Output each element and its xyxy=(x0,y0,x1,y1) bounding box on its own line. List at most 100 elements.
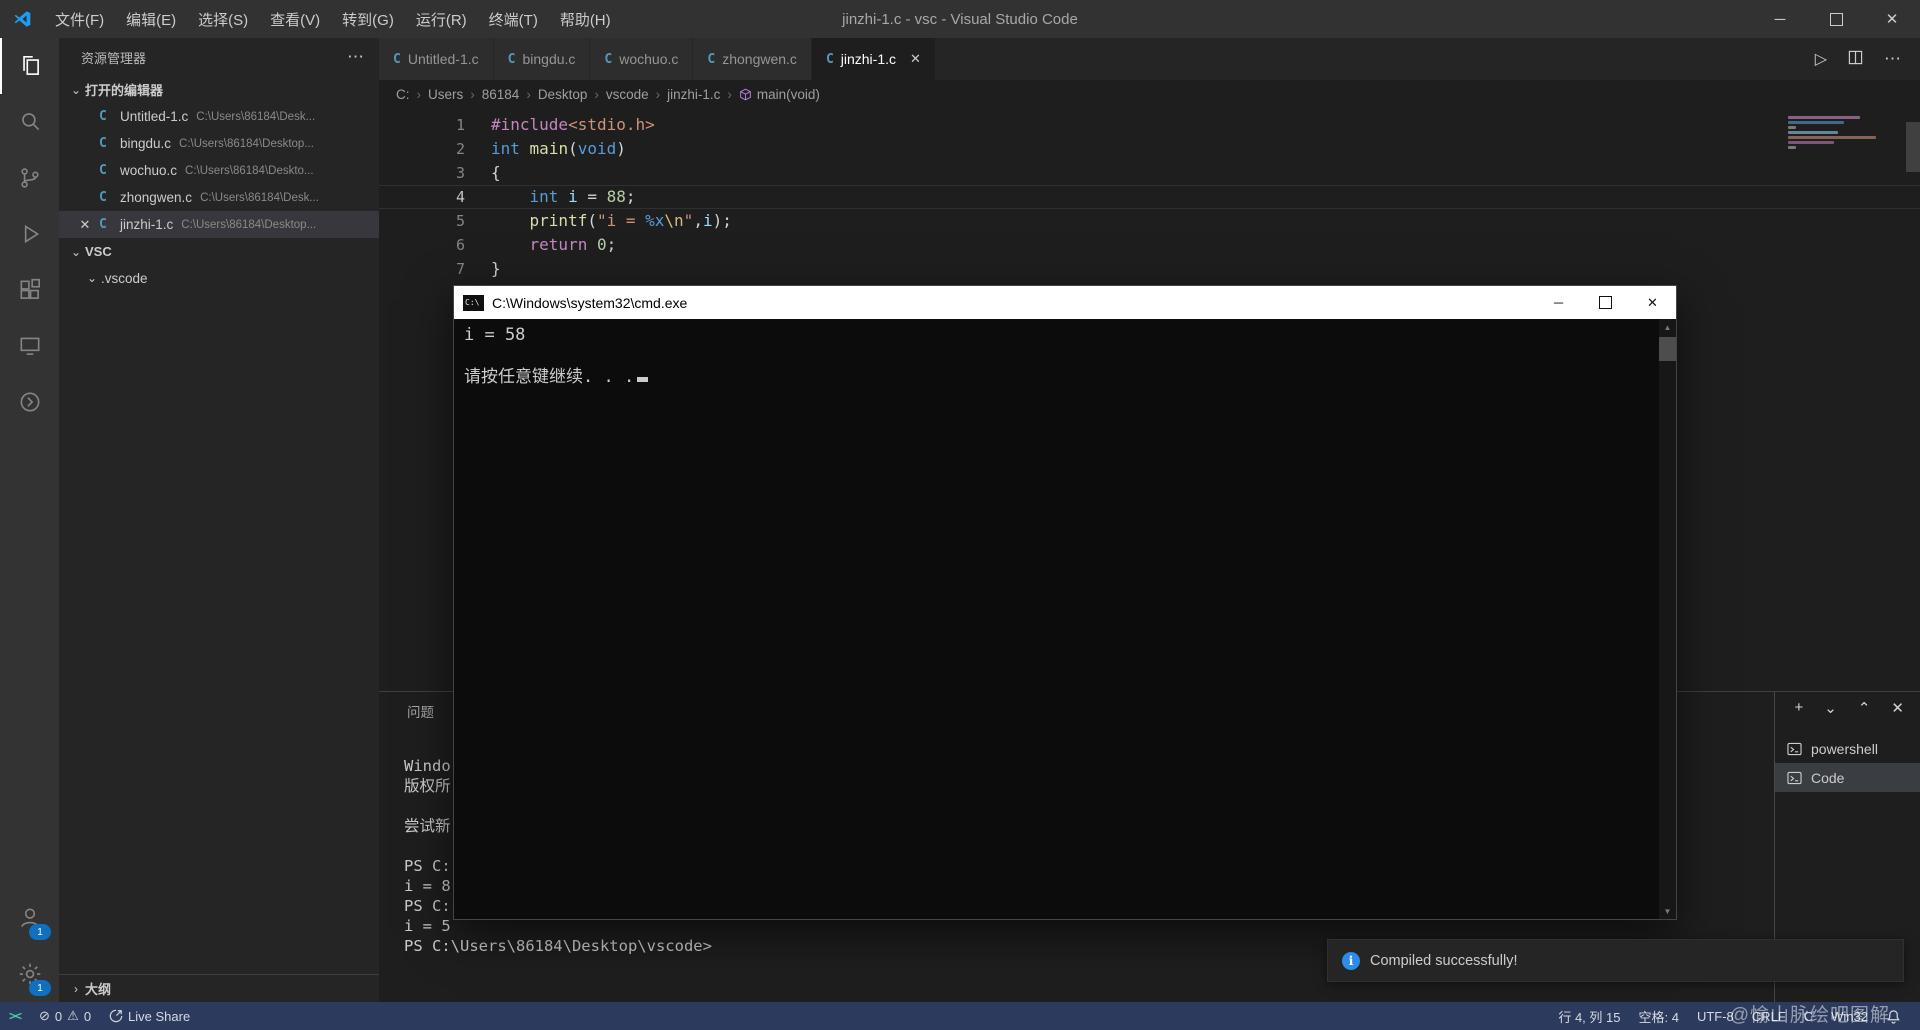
source-control-icon[interactable] xyxy=(0,150,59,206)
sidebar-header: 资源管理器 ⋯ xyxy=(59,38,379,76)
open-editor-zhongwen[interactable]: C zhongwen.c C:\Users\86184\Desk... xyxy=(59,184,379,211)
outline-section[interactable]: › 大纲 xyxy=(59,974,379,1002)
open-editor-bingdu[interactable]: C bingdu.c C:\Users\86184\Desktop... xyxy=(59,130,379,157)
terminal-instance-code[interactable]: Code xyxy=(1775,763,1920,792)
open-editor-wochuo[interactable]: C wochuo.c C:\Users\86184\Deskto... xyxy=(59,157,379,184)
remote-indicator[interactable]: >< xyxy=(0,1002,30,1030)
code-line-5[interactable]: 5 printf("i = %x\n",i); xyxy=(379,209,1920,233)
breadcrumb-symbol[interactable]: main(void) xyxy=(739,87,820,102)
close-icon[interactable]: ✕ xyxy=(77,217,93,233)
run-file-icon[interactable]: ▷ xyxy=(1815,49,1827,69)
breadcrumb-item[interactable]: C: xyxy=(396,87,410,102)
account-icon[interactable]: 1 xyxy=(0,890,59,946)
problems-status[interactable]: ⊘ 0 ⚠ 0 xyxy=(30,1002,100,1030)
settings-badge: 1 xyxy=(29,980,51,996)
split-editor-icon[interactable] xyxy=(1848,50,1863,68)
line-number: 2 xyxy=(455,140,465,158)
maximize-icon xyxy=(1829,12,1843,26)
cmd-app-icon: C:\ xyxy=(463,294,484,311)
code-line-2[interactable]: 2 int main(void) xyxy=(379,137,1920,161)
maximize-panel-icon[interactable]: ⌃ xyxy=(1858,699,1871,717)
breadcrumb-item[interactable]: 86184 xyxy=(482,87,520,102)
open-editor-jinzhi-active[interactable]: ✕ C jinzhi-1.c C:\Users\86184\Desktop... xyxy=(59,211,379,238)
chevron-right-icon: › xyxy=(416,86,422,102)
code-line-1[interactable]: 1 #include<stdio.h> xyxy=(379,113,1920,137)
sidebar-actions-icon[interactable]: ⋯ xyxy=(347,47,365,67)
search-icon[interactable] xyxy=(0,94,59,150)
folder-section-vsc[interactable]: ⌄ VSC xyxy=(59,238,379,265)
breadcrumb-item[interactable]: Users xyxy=(428,87,463,102)
run-debug-icon[interactable] xyxy=(0,206,59,262)
tab-untitled-1c[interactable]: C Untitled-1.c xyxy=(379,38,494,80)
file-name: jinzhi-1.c xyxy=(120,217,174,232)
cmd-minimize-button[interactable]: ─ xyxy=(1535,286,1582,319)
cmd-output-line xyxy=(464,346,1659,367)
open-editor-untitled[interactable]: C Untitled-1.c C:\Users\86184\Desk... xyxy=(59,103,379,130)
settings-gear-icon[interactable]: 1 xyxy=(0,946,59,1002)
window-controls: ─ ✕ xyxy=(1752,0,1920,38)
terminal-instance-powershell[interactable]: powershell xyxy=(1775,734,1920,763)
breadcrumb-item[interactable]: vscode xyxy=(606,87,649,102)
menu-edit[interactable]: 编辑(E) xyxy=(115,0,187,38)
code-line-3[interactable]: 3 { xyxy=(379,161,1920,185)
explorer-icon[interactable] xyxy=(0,38,59,94)
breadcrumb-item[interactable]: jinzhi-1.c xyxy=(667,87,720,102)
tab-zhongwen[interactable]: C zhongwen.c xyxy=(693,38,812,80)
more-actions-icon[interactable]: ⋯ xyxy=(1884,49,1902,69)
file-path: C:\Users\86184\Desktop... xyxy=(181,218,317,231)
minimize-button[interactable]: ─ xyxy=(1752,0,1808,38)
tab-close-icon[interactable]: ✕ xyxy=(910,51,921,67)
menu-run[interactable]: 运行(R) xyxy=(405,0,478,38)
minimap[interactable] xyxy=(1788,114,1898,151)
tab-bingdu[interactable]: C bingdu.c xyxy=(493,38,591,80)
menu-terminal[interactable]: 终端(T) xyxy=(478,0,549,38)
open-editors-section[interactable]: ⌄ 打开的编辑器 xyxy=(59,76,379,103)
tab-label: jinzhi-1.c xyxy=(840,51,897,67)
live-share-status[interactable]: Live Share xyxy=(100,1002,199,1030)
extensions-icon[interactable] xyxy=(0,262,59,318)
terminal-instance-label: Code xyxy=(1811,769,1845,786)
code-line-6[interactable]: 6 return 0; xyxy=(379,233,1920,257)
menu-view[interactable]: 查看(V) xyxy=(259,0,331,38)
outline-label: 大纲 xyxy=(85,982,112,997)
close-button[interactable]: ✕ xyxy=(1864,0,1920,38)
live-share-icon[interactable] xyxy=(0,374,59,430)
cmd-title-bar[interactable]: C:\ C:\Windows\system32\cmd.exe ─ ✕ xyxy=(454,286,1676,319)
panel-tab-problems[interactable]: 问题 xyxy=(407,701,434,721)
notification-toast[interactable]: i Compiled successfully! xyxy=(1327,939,1904,982)
scroll-up-icon[interactable]: ▲ xyxy=(1659,319,1676,335)
maximize-button[interactable] xyxy=(1808,0,1864,38)
cmd-close-button[interactable]: ✕ xyxy=(1629,286,1676,319)
code-token: i xyxy=(568,187,578,206)
folder-section-label: VSC xyxy=(85,244,112,259)
minimap-line xyxy=(1788,131,1838,134)
cmd-scrollbar[interactable]: ▲ ▼ xyxy=(1659,319,1676,919)
cmd-console-output: i = 58 请按任意键继续. . . xyxy=(454,319,1659,919)
cursor-position[interactable]: 行 4, 列 15 xyxy=(1549,1002,1629,1030)
menu-file[interactable]: 文件(F) xyxy=(44,0,115,38)
code-line-4-current[interactable]: 4 int i = 88; xyxy=(379,185,1920,209)
tree-item-vscode-folder[interactable]: ⌄ .vscode xyxy=(59,265,379,291)
menu-help[interactable]: 帮助(H) xyxy=(549,0,622,38)
code-token: ; xyxy=(606,235,617,254)
code-line-7[interactable]: 7 } xyxy=(379,257,1920,281)
breadcrumb-item[interactable]: Desktop xyxy=(538,87,588,102)
menu-selection[interactable]: 选择(S) xyxy=(187,0,259,38)
remote-explorer-icon[interactable] xyxy=(0,318,59,374)
cmd-scrollbar-thumb[interactable] xyxy=(1659,337,1676,361)
terminal-dropdown-icon[interactable]: ⌄ xyxy=(1824,699,1837,717)
indentation[interactable]: 空格: 4 xyxy=(1629,1002,1687,1030)
new-terminal-icon[interactable]: + xyxy=(1795,699,1804,717)
scroll-down-icon[interactable]: ▼ xyxy=(1659,903,1676,919)
code-token: "i = xyxy=(596,211,646,230)
menu-go[interactable]: 转到(G) xyxy=(331,0,405,38)
close-panel-icon[interactable]: ✕ xyxy=(1891,699,1904,717)
tab-label: bingdu.c xyxy=(522,51,576,67)
editor-scrollbar-thumb[interactable] xyxy=(1906,122,1920,172)
cmd-maximize-button[interactable] xyxy=(1582,286,1629,319)
tab-jinzhi-active[interactable]: C jinzhi-1.c ✕ xyxy=(811,38,936,80)
tab-wochuo[interactable]: C wochuo.c xyxy=(590,38,694,80)
c-file-icon: C xyxy=(825,51,834,67)
